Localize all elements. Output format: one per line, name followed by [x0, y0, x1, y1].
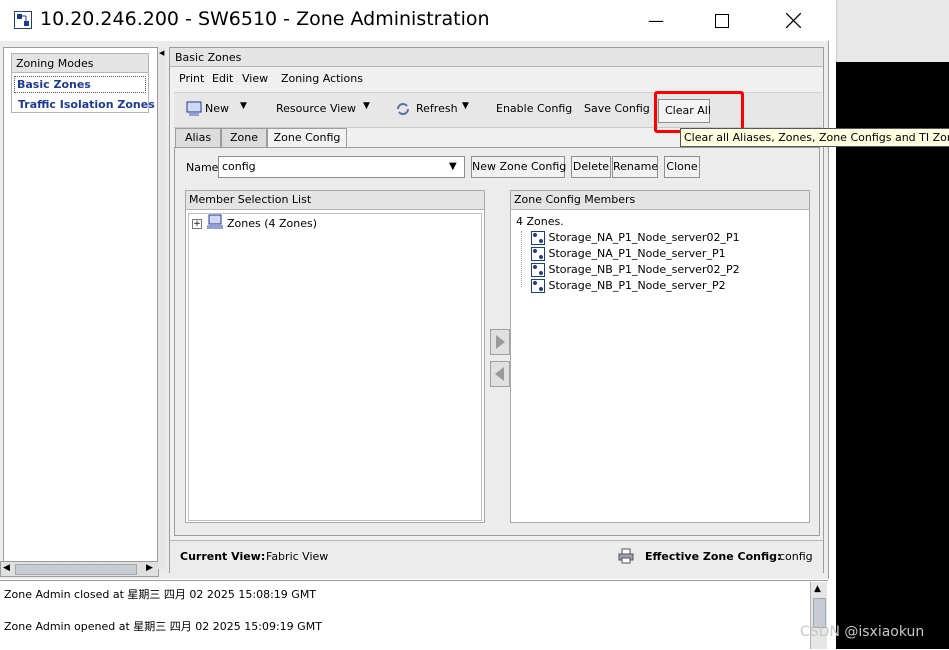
menu-bar: Print Edit View Zoning Actions: [174, 70, 822, 90]
scroll-thumb[interactable]: [15, 564, 137, 575]
new-icon: [186, 101, 202, 116]
effective-zone-config-value: config: [779, 550, 813, 563]
watermark: CSDN @isxiaokun: [800, 624, 925, 640]
name-label: Name: [186, 161, 219, 174]
refresh-icon: [397, 103, 409, 115]
log-line: Zone Admin closed at 星期三 四月 02 2025 15:0…: [4, 588, 317, 601]
window-title: 10.20.246.200 - SW6510 - Zone Administra…: [40, 8, 490, 30]
tree-expander[interactable]: +: [192, 219, 202, 229]
arrow-left-icon: [495, 367, 504, 381]
zone-count: 4 Zones.: [516, 215, 564, 228]
zone-member-label: Storage_NA_P1_Node_server02_P1: [548, 231, 740, 244]
close-button[interactable]: [770, 0, 816, 41]
remove-member-button[interactable]: [490, 361, 510, 387]
close-icon: [785, 13, 801, 28]
zone-icon: [531, 279, 545, 293]
menu-print[interactable]: Print: [179, 72, 204, 85]
clear-all-tooltip: Clear all Aliases, Zones, Zone Configs a…: [680, 128, 949, 147]
tab-zone[interactable]: Zone: [221, 128, 267, 147]
chevron-down-icon[interactable]: ▼: [449, 161, 457, 172]
mode-traffic-isolation-zones[interactable]: Traffic Isolation Zones: [18, 98, 155, 111]
current-view-label: Current View:: [180, 550, 266, 563]
panel-splitter[interactable]: ◀: [158, 47, 166, 569]
refresh-dropdown-icon[interactable]: ▼: [462, 101, 469, 111]
left-horizontal-scrollbar[interactable]: ◀ ▶: [0, 561, 159, 577]
list-item[interactable]: Storage_NB_P1_Node_server_P2: [531, 279, 726, 293]
clone-button[interactable]: Clone: [664, 156, 700, 178]
basic-zones-title: Basic Zones: [175, 51, 242, 64]
resource-view-dropdown-icon[interactable]: ▼: [363, 101, 370, 111]
maximize-button[interactable]: [699, 0, 745, 41]
background-window: [836, 0, 949, 62]
log-line: Zone Admin opened at 星期三 四月 02 2025 15:0…: [4, 620, 322, 633]
enable-config-button[interactable]: Enable Config: [496, 102, 572, 115]
scroll-up-arrow[interactable]: ▲: [814, 584, 821, 594]
scroll-left-arrow[interactable]: ◀: [3, 563, 10, 573]
basic-zones-header: Basic Zones: [170, 48, 823, 67]
member-selection-panel: Member Selection List + Zones (4 Zones): [185, 190, 485, 523]
menu-zoning-actions[interactable]: Zoning Actions: [281, 72, 363, 85]
splitter-collapse-icon[interactable]: ◀: [159, 49, 164, 57]
rename-button[interactable]: Rename: [612, 156, 658, 178]
zone-icon: [531, 231, 545, 245]
list-item[interactable]: Storage_NA_P1_Node_server_P1: [531, 247, 726, 261]
zone-icon: [531, 247, 545, 261]
member-selection-title: Member Selection List: [186, 191, 484, 210]
minimize-button[interactable]: —: [633, 0, 679, 41]
zoning-modes-title: Zoning Modes: [16, 57, 94, 70]
name-dropdown[interactable]: config ▼: [218, 156, 465, 178]
new-zone-config-button[interactable]: New Zone Config: [471, 156, 566, 178]
effective-zone-config-label: Effective Zone Config:: [645, 550, 782, 563]
zone-icon: [531, 263, 545, 277]
new-dropdown-icon[interactable]: ▼: [240, 101, 247, 111]
tab-zone-config[interactable]: Zone Config: [267, 128, 347, 148]
mode-basic-zones[interactable]: Basic Zones: [14, 76, 146, 93]
delete-button[interactable]: Delete: [571, 156, 611, 178]
new-button[interactable]: New: [205, 102, 229, 115]
maximize-icon: [715, 13, 729, 28]
minimize-icon: —: [648, 11, 664, 30]
menu-edit[interactable]: Edit: [212, 72, 233, 85]
zoning-modes-header: Zoning Modes: [12, 54, 148, 73]
name-dropdown-value: config: [222, 160, 256, 173]
zone-config-members-panel: Zone Config Members 4 Zones. Storage_NA_…: [510, 190, 810, 523]
toolbar: New ▼ Resource View ▼ Refresh ▼ Enable C…: [174, 91, 822, 133]
save-config-button[interactable]: Save Config: [584, 102, 650, 115]
zones-folder-icon: [207, 214, 223, 229]
refresh-button[interactable]: Refresh: [416, 102, 458, 115]
title-bar: 10.20.246.200 - SW6510 - Zone Administra…: [0, 0, 830, 41]
status-bar: Current View: Fabric View Effective Zone…: [170, 540, 823, 573]
log-panel: Zone Admin closed at 星期三 四月 02 2025 15:0…: [0, 580, 828, 650]
printer-icon[interactable]: [618, 548, 634, 564]
zoning-modes-box: Zoning Modes Basic Zones Traffic Isolati…: [11, 53, 155, 113]
list-item[interactable]: Storage_NB_P1_Node_server02_P2: [531, 263, 740, 277]
resource-view-button[interactable]: Resource View: [276, 102, 356, 115]
zone-member-label: Storage_NB_P1_Node_server_P2: [548, 279, 726, 292]
zone-config-tab-panel: Name config ▼ New Zone Config Delete Ren…: [174, 147, 820, 536]
background-terminal: [836, 62, 949, 649]
scroll-right-arrow[interactable]: ▶: [146, 563, 153, 573]
tab-alias[interactable]: Alias: [175, 128, 221, 147]
tree-root-zones[interactable]: Zones (4 Zones): [227, 217, 317, 230]
zone-member-label: Storage_NA_P1_Node_server_P1: [548, 247, 726, 260]
clear-all-highlight: [654, 91, 744, 133]
tree-line: [521, 231, 523, 287]
member-selection-list[interactable]: + Zones (4 Zones): [188, 213, 482, 521]
window-body: Zoning Modes Basic Zones Traffic Isolati…: [0, 41, 829, 579]
list-item[interactable]: Storage_NA_P1_Node_server02_P1: [531, 231, 740, 245]
arrow-right-icon: [496, 335, 505, 349]
basic-zones-panel: Basic Zones Print Edit View Zoning Actio…: [169, 47, 824, 573]
zone-config-members-title: Zone Config Members: [511, 191, 809, 210]
left-panel: Zoning Modes Basic Zones Traffic Isolati…: [3, 47, 158, 569]
current-view-value: Fabric View: [266, 550, 329, 563]
add-member-button[interactable]: [490, 329, 510, 355]
app-icon: [14, 11, 32, 29]
menu-view[interactable]: View: [242, 72, 268, 85]
zone-member-label: Storage_NB_P1_Node_server02_P2: [548, 263, 740, 276]
